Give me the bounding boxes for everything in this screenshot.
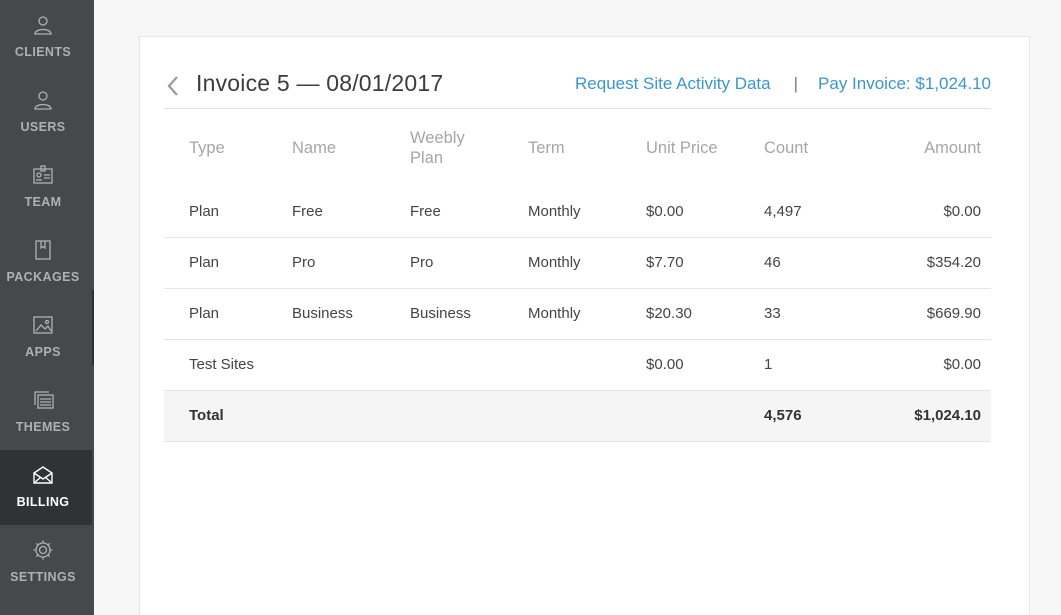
cell-plan: Free <box>410 186 528 238</box>
request-site-activity-link[interactable]: Request Site Activity Data <box>575 74 771 94</box>
gear-icon <box>31 537 55 563</box>
sidebar-item-label: APPS <box>25 345 61 359</box>
team-icon <box>31 162 55 188</box>
invoice-card: Invoice 5 — 08/01/2017 Request Site Acti… <box>139 36 1030 615</box>
pay-invoice-link[interactable]: Pay Invoice: $1,024.10 <box>818 74 991 94</box>
sidebar-item-clients[interactable]: CLIENTS <box>0 0 92 75</box>
user-icon <box>31 12 55 38</box>
column-header-unit-price: Unit Price <box>646 139 718 157</box>
sidebar-item-label: BILLING <box>16 495 70 509</box>
cell-unit-price: $20.30 <box>646 288 764 340</box>
sidebar-item-users[interactable]: USERS <box>0 75 92 150</box>
cell-amount: $0.00 <box>882 339 991 391</box>
invoice-header: Invoice 5 — 08/01/2017 Request Site Acti… <box>164 61 991 109</box>
table-row: Plan Pro Pro Monthly $7.70 46 $354.20 <box>164 237 991 289</box>
user-icon <box>31 87 55 113</box>
cell-name: Business <box>292 288 410 340</box>
chevron-left-icon <box>167 76 178 96</box>
cell-type: Plan <box>164 288 292 340</box>
sidebar-item-label: USERS <box>20 120 66 134</box>
cell-term <box>528 339 646 391</box>
sidebar-item-label: THEMES <box>15 420 71 434</box>
header-actions: Request Site Activity Data | Pay Invoice… <box>575 74 991 94</box>
themes-icon <box>31 387 55 413</box>
cell-amount: $354.20 <box>882 237 991 289</box>
cell-name: Free <box>292 186 410 238</box>
column-header-name: Name <box>292 139 337 157</box>
sidebar: CLIENTS USERS TEAM PACKAGES APPS THEMES <box>0 0 94 615</box>
cell-name <box>292 339 410 391</box>
sidebar-item-settings[interactable]: SETTINGS <box>0 525 92 600</box>
cell-plan: Pro <box>410 237 528 289</box>
sidebar-item-label: TEAM <box>24 195 62 209</box>
column-header-type: Type <box>189 139 225 157</box>
total-amount: $1,024.10 <box>882 390 991 442</box>
table-row: Plan Business Business Monthly $20.30 33… <box>164 288 991 340</box>
invoice-table: Type Name Weebly Plan Term Unit Price Co… <box>164 110 991 442</box>
cell-count: 46 <box>764 237 882 289</box>
column-header-amount: Amount <box>924 139 981 157</box>
table-header-row: Type Name Weebly Plan Term Unit Price Co… <box>164 110 991 186</box>
cell-unit-price: $0.00 <box>646 339 764 391</box>
package-icon <box>31 237 55 263</box>
sidebar-item-billing[interactable]: BILLING <box>0 450 92 525</box>
column-header-plan: Weebly Plan <box>410 129 465 167</box>
cell-term: Monthly <box>528 186 646 238</box>
table-row: Test Sites $0.00 1 $0.00 <box>164 339 991 391</box>
cell-count: 4,497 <box>764 186 882 238</box>
page-title: Invoice 5 — 08/01/2017 <box>196 70 444 96</box>
total-label: Total <box>164 390 292 442</box>
cell-plan <box>410 339 528 391</box>
cell-unit-price: $0.00 <box>646 186 764 238</box>
cell-term: Monthly <box>528 237 646 289</box>
cell-type: Test Sites <box>164 339 292 391</box>
sidebar-divider <box>92 290 94 365</box>
sidebar-item-label: SETTINGS <box>10 570 76 584</box>
link-separator: | <box>793 74 799 93</box>
cell-name: Pro <box>292 237 410 289</box>
back-button[interactable] <box>164 74 182 98</box>
cell-type: Plan <box>164 186 292 238</box>
sidebar-item-apps[interactable]: APPS <box>0 300 92 375</box>
sidebar-item-packages[interactable]: PACKAGES <box>0 225 92 300</box>
sidebar-item-label: CLIENTS <box>14 45 72 59</box>
sidebar-item-team[interactable]: TEAM <box>0 150 92 225</box>
column-header-term: Term <box>528 139 565 157</box>
cell-amount: $669.90 <box>882 288 991 340</box>
cell-count: 1 <box>764 339 882 391</box>
table-total-row: Total 4,576 $1,024.10 <box>164 390 991 442</box>
image-icon <box>31 312 55 338</box>
column-header-count: Count <box>764 139 809 157</box>
billing-icon <box>31 462 55 488</box>
cell-plan: Business <box>410 288 528 340</box>
cell-unit-price: $7.70 <box>646 237 764 289</box>
cell-term: Monthly <box>528 288 646 340</box>
cell-amount: $0.00 <box>882 186 991 238</box>
sidebar-item-themes[interactable]: THEMES <box>0 375 92 450</box>
cell-type: Plan <box>164 237 292 289</box>
total-count: 4,576 <box>764 390 882 442</box>
sidebar-item-label: PACKAGES <box>6 270 80 284</box>
table-row: Plan Free Free Monthly $0.00 4,497 $0.00 <box>164 186 991 238</box>
cell-count: 33 <box>764 288 882 340</box>
